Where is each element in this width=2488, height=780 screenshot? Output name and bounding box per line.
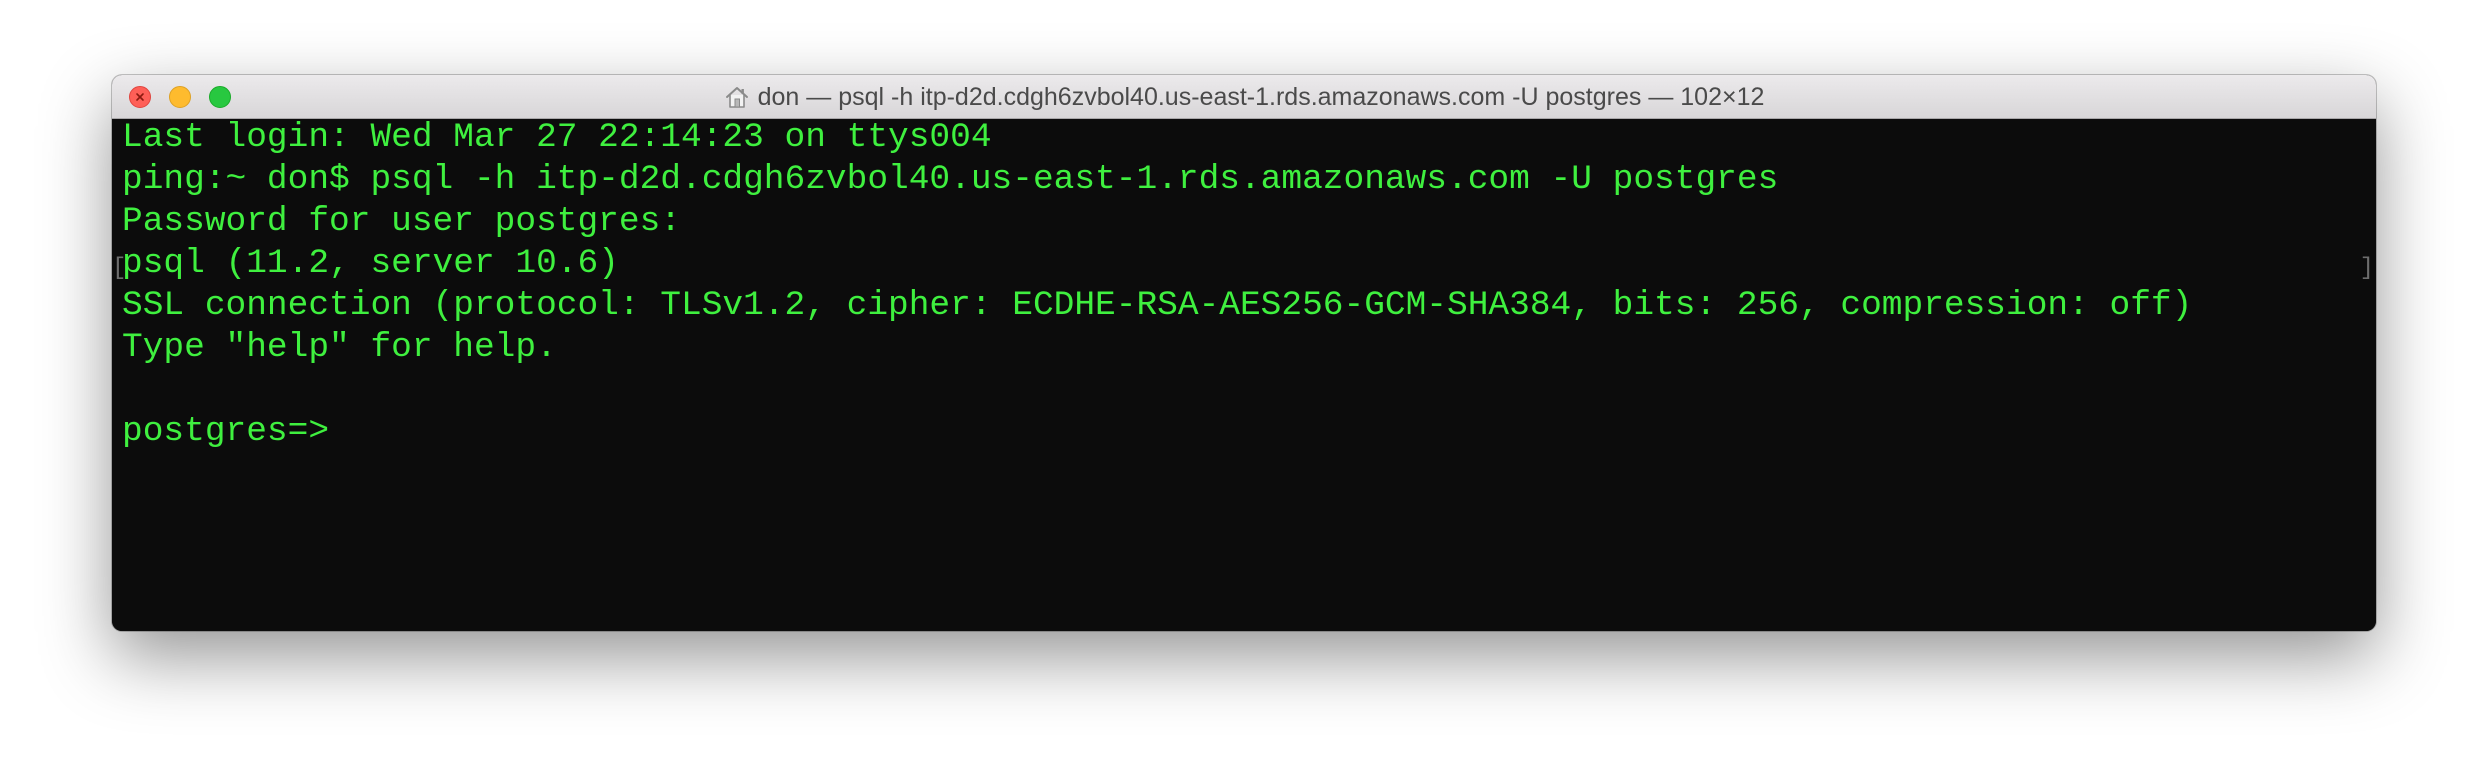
selection-mark-right: ] bbox=[2359, 255, 2374, 282]
terminal-line-help-hint: Type "help" for help. bbox=[122, 328, 557, 367]
terminal-line-password-prompt: Password for user postgres: bbox=[122, 202, 681, 241]
terminal-line-command: ping:~ don$ psql -h itp-d2d.cdgh6zvbol40… bbox=[122, 160, 1779, 199]
home-icon bbox=[725, 87, 748, 108]
terminal-line-last-login: Last login: Wed Mar 27 22:14:23 on ttys0… bbox=[122, 118, 992, 157]
terminal-window: don — psql -h itp-d2d.cdgh6zvbol40.us-ea… bbox=[112, 75, 2376, 631]
window-title-area: don — psql -h itp-d2d.cdgh6zvbol40.us-ea… bbox=[112, 75, 2376, 119]
terminal-prompt[interactable]: postgres=> bbox=[122, 411, 329, 453]
terminal-line-ssl-connection: SSL connection (protocol: TLSv1.2, ciphe… bbox=[122, 286, 2193, 325]
title-bar[interactable]: don — psql -h itp-d2d.cdgh6zvbol40.us-ea… bbox=[112, 75, 2376, 119]
terminal-line-psql-version: psql (11.2, server 10.6) bbox=[122, 244, 619, 283]
window-title: don — psql -h itp-d2d.cdgh6zvbol40.us-ea… bbox=[757, 82, 1765, 111]
terminal-content[interactable]: Last login: Wed Mar 27 22:14:23 on ttys0… bbox=[112, 118, 2376, 631]
